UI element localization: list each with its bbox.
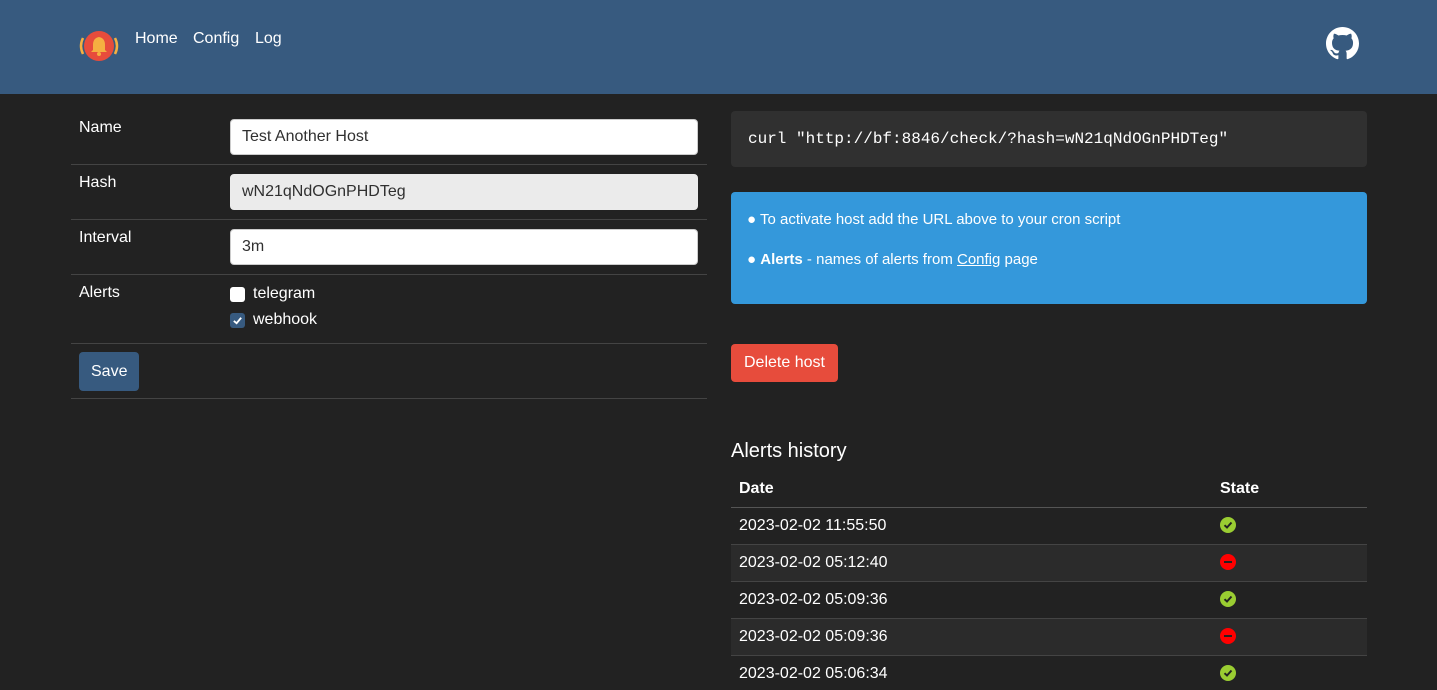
row-date: 2023-02-02 05:12:40 (739, 554, 888, 571)
alerts-row: Alerts telegram webhook (71, 275, 707, 344)
info-line-2: ● Alerts - names of alerts from Config p… (747, 251, 1038, 268)
minus-circle-icon (1220, 554, 1236, 570)
table-row: 2023-02-02 05:09:36 (731, 582, 1367, 619)
minus-circle-icon (1220, 628, 1236, 644)
nav-home-link[interactable]: Home (135, 30, 178, 48)
interval-label: Interval (79, 229, 132, 246)
save-row: Save (71, 344, 707, 399)
info-line-1: ● To activate host add the URL above to … (747, 211, 1120, 228)
table-row: 2023-02-02 11:55:50 (731, 508, 1367, 545)
delete-host-button[interactable]: Delete host (731, 344, 838, 382)
bell-logo-icon[interactable] (78, 29, 120, 63)
row-date: 2023-02-02 05:09:36 (739, 591, 888, 608)
info-text-1: To activate host add the URL above to yo… (759, 211, 1121, 228)
navbar: Home Config Log (0, 0, 1437, 94)
row-date: 2023-02-02 05:09:36 (739, 628, 888, 645)
bullet: ● (747, 251, 757, 268)
interval-row: Interval 3m (71, 220, 707, 275)
alert-webhook[interactable]: webhook (230, 310, 317, 330)
webhook-checkbox[interactable] (230, 312, 245, 328)
save-button[interactable]: Save (79, 352, 140, 391)
interval-input[interactable]: 3m (230, 229, 698, 265)
name-input[interactable]: Test Another Host (230, 119, 698, 155)
telegram-checkbox[interactable] (230, 286, 245, 302)
github-icon[interactable] (1326, 27, 1359, 60)
curl-command: curl "http://bf:8846/check/?hash=wN21qNd… (731, 111, 1367, 167)
alerts-label: Alerts (79, 284, 120, 301)
row-date: 2023-02-02 11:55:50 (739, 517, 887, 534)
check-circle-icon (1220, 517, 1236, 533)
webhook-label: webhook (253, 311, 318, 328)
state-header: State (1220, 480, 1260, 497)
info-alerts-bold: Alerts (760, 251, 803, 268)
row-date: 2023-02-02 05:06:34 (739, 665, 888, 682)
check-icon (233, 316, 242, 325)
table-header: Date State (731, 471, 1367, 508)
info-text-3: page (1000, 251, 1038, 268)
nav-log-link[interactable]: Log (255, 30, 282, 48)
host-form: Name Test Another Host Hash wN21qNdOGnPH… (71, 110, 707, 399)
check-circle-icon (1220, 591, 1236, 607)
alert-telegram[interactable]: telegram (230, 284, 315, 304)
check-circle-icon (1220, 665, 1236, 681)
date-header: Date (739, 480, 774, 497)
info-text-2: - names of alerts from (802, 251, 957, 268)
info-box: ● To activate host add the URL above to … (731, 192, 1367, 304)
telegram-label: telegram (253, 285, 316, 302)
name-row: Name Test Another Host (71, 110, 707, 165)
alerts-history-title: Alerts history (731, 440, 847, 462)
name-label: Name (79, 119, 122, 136)
alerts-history-table: Date State 2023-02-02 11:55:50 2023-02-02… (731, 471, 1367, 690)
nav-config-link[interactable]: Config (193, 30, 239, 48)
table-row: 2023-02-02 05:12:40 (731, 545, 1367, 582)
table-row: 2023-02-02 05:06:34 (731, 656, 1367, 690)
hash-label: Hash (79, 174, 117, 191)
hash-row: Hash wN21qNdOGnPHDTeg (71, 165, 707, 220)
bullet: ● (747, 211, 757, 228)
config-link[interactable]: Config (957, 251, 1000, 268)
hash-input: wN21qNdOGnPHDTeg (230, 174, 698, 210)
table-row: 2023-02-02 05:09:36 (731, 619, 1367, 656)
